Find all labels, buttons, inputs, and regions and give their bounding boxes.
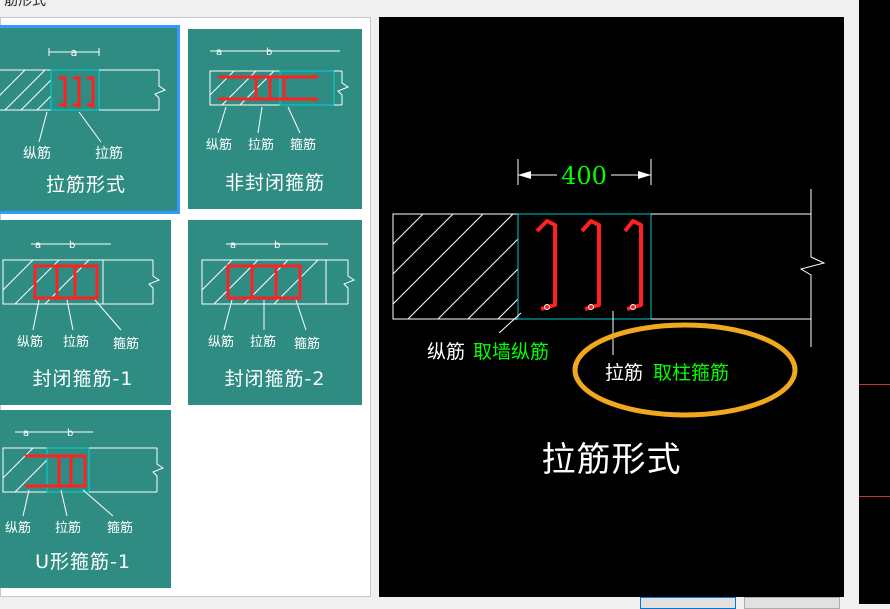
dim-a-text: a	[216, 47, 222, 58]
dimension-value: 400	[561, 162, 607, 190]
cancel-button[interactable]	[744, 597, 840, 609]
tile-label: U形箍筋-1	[35, 551, 131, 573]
tile-label: 非封闭箍筋	[224, 172, 325, 194]
dim-b-text: b	[67, 428, 73, 439]
preview-canvas: 400 纵筋 取墙纵筋 拉筋 取柱箍筋 拉筋形式	[379, 17, 844, 597]
note-longitudinal: 纵筋	[208, 334, 234, 350]
tile-label: 封闭箍筋-2	[224, 368, 326, 390]
note-tie: 拉筋	[63, 334, 89, 350]
note-tie: 拉筋	[95, 145, 123, 162]
dim-b-text: b	[274, 240, 280, 251]
dim-a-text: a	[71, 46, 78, 59]
label-wall-longitudinal: 取墙纵筋	[473, 341, 549, 363]
red-guide-line	[859, 496, 890, 497]
tile-tie-bar-form[interactable]: a 纵筋 拉筋 拉筋形式	[0, 25, 180, 214]
note-longitudinal: 纵筋	[5, 520, 31, 536]
red-guide-line	[859, 384, 890, 385]
label-tie: 拉筋	[605, 362, 643, 384]
tile-closed-stirrup-2[interactable]: a b 纵筋 拉筋 箍筋 封闭箍筋-2	[188, 220, 362, 405]
note-tie: 拉筋	[250, 334, 276, 350]
note-tie: 拉筋	[55, 520, 81, 536]
dim-a-text: a	[23, 428, 29, 439]
note-longitudinal: 纵筋	[17, 334, 43, 350]
rebar-form-grid: a 纵筋 拉筋 拉筋形式 a b 纵筋 拉筋 箍筋 非封闭箍筋 a b 纵筋 拉…	[0, 17, 371, 597]
side-canvas	[859, 0, 890, 604]
note-stirrup: 箍筋	[294, 336, 320, 352]
tile-open-stirrup[interactable]: a b 纵筋 拉筋 箍筋 非封闭箍筋	[188, 29, 362, 209]
ok-button[interactable]	[640, 597, 736, 609]
tile-closed-stirrup-1[interactable]: a b 纵筋 拉筋 箍筋 封闭箍筋-1	[0, 220, 171, 405]
note-stirrup: 箍筋	[290, 137, 316, 153]
dialog-title: 筋形式	[4, 0, 46, 9]
note-longitudinal: 纵筋	[206, 137, 232, 153]
note-stirrup: 箍筋	[107, 520, 133, 536]
label-longitudinal: 纵筋	[427, 341, 465, 363]
dim-b-text: b	[69, 240, 75, 251]
note-longitudinal: 纵筋	[23, 145, 51, 162]
tile-label: 拉筋形式	[45, 174, 126, 196]
dim-b-text: b	[266, 47, 272, 58]
dim-a-text: a	[35, 240, 41, 251]
dim-a-text: a	[230, 240, 236, 251]
label-column-stirrup: 取柱箍筋	[653, 362, 729, 384]
note-tie: 拉筋	[248, 137, 274, 153]
note-stirrup: 箍筋	[113, 336, 139, 352]
tile-u-stirrup-1[interactable]: a b 纵筋 拉筋 箍筋 U形箍筋-1	[0, 410, 171, 588]
preview-title: 拉筋形式	[541, 440, 682, 480]
preview-drawing: 400 纵筋 取墙纵筋 拉筋 取柱箍筋	[392, 159, 826, 418]
tile-label: 封闭箍筋-1	[32, 368, 134, 390]
